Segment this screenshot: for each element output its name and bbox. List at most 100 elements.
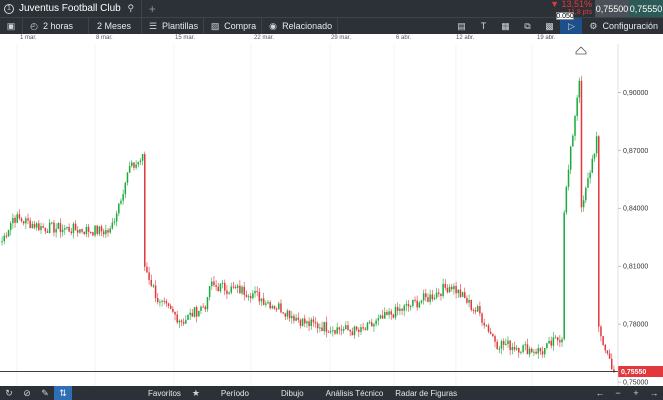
candle-body: [18, 214, 21, 219]
candle-body: [202, 306, 204, 308]
candle-body: [489, 331, 492, 334]
interval-button[interactable]: ◴ 2 horas: [23, 18, 78, 34]
candle-body: [68, 226, 70, 232]
candle-body: [20, 218, 23, 222]
candle-body: [265, 303, 267, 305]
candle-body: [72, 223, 75, 233]
candle-body: [431, 294, 434, 300]
candle-body: [94, 225, 96, 236]
copy-button[interactable]: ⧉: [516, 18, 538, 34]
candle-body: [492, 333, 494, 337]
chart-type-button[interactable]: ▤: [450, 18, 472, 34]
pen-icon[interactable]: ✎: [36, 386, 54, 400]
candle-body: [224, 282, 226, 291]
star-icon[interactable]: ★: [187, 386, 205, 400]
buy-button[interactable]: ▨ Compra: [204, 18, 261, 34]
candle-body: [200, 306, 202, 311]
candle-body: [364, 328, 367, 330]
range-button[interactable]: 2 Meses: [89, 18, 136, 34]
scroll-right-icon[interactable]: →: [645, 386, 663, 400]
candle-body: [211, 281, 213, 287]
candle-body: [172, 308, 174, 312]
add-tab-icon[interactable]: +: [149, 2, 156, 16]
technical-analysis-menu[interactable]: Análisis Técnico: [320, 389, 390, 398]
favorites-menu[interactable]: Favoritos: [142, 389, 187, 398]
candle-body: [310, 319, 312, 327]
candle-body: [9, 223, 12, 231]
candle-body: [463, 292, 466, 299]
candle-body: [241, 286, 243, 294]
candle-body: [543, 348, 546, 355]
buy-price-button[interactable]: 0,75550: [629, 0, 663, 17]
candle-body: [154, 285, 157, 299]
candle-body: [81, 229, 83, 232]
chart-canvas[interactable]: 0,75550 0,90000 0,87000 0,84000 0,81000 0,78…: [0, 44, 663, 387]
tag-button[interactable]: ▷: [560, 18, 583, 34]
search-icon[interactable]: ⚲: [125, 3, 137, 15]
candle-body: [321, 327, 323, 332]
candle-body: [342, 329, 345, 331]
instrument-tab[interactable]: 1 Juventus Football Club ⚲ +: [0, 0, 166, 17]
candle-body: [373, 324, 375, 327]
candle-body: [319, 327, 321, 329]
candle-body: [221, 282, 224, 284]
candle-body: [249, 296, 252, 299]
panel-toggle-button[interactable]: ▣: [0, 18, 22, 34]
candle-body: [191, 312, 194, 317]
zoom-in-icon[interactable]: +: [627, 386, 645, 400]
layout-button[interactable]: ▦: [494, 18, 516, 34]
candle-body: [451, 286, 453, 290]
candle-body: [102, 231, 105, 235]
candle-body: [383, 312, 386, 319]
candle-body: [518, 348, 520, 353]
text-icon: T: [480, 21, 487, 31]
price-chart[interactable]: 0,75550 0,90000 0,87000 0,84000 0,81000 0,78…: [0, 44, 663, 387]
pattern-radar-menu[interactable]: Radar de Figuras: [389, 389, 463, 398]
candle-body: [472, 309, 475, 311]
drawing-menu[interactable]: Dibujo: [275, 389, 310, 398]
refresh-icon[interactable]: ↻: [0, 386, 18, 400]
candle-body: [278, 303, 280, 310]
sell-price-button[interactable]: 0,75500: [595, 0, 629, 17]
candle-body: [230, 286, 233, 293]
candle-body: [435, 292, 438, 298]
text-tool-button[interactable]: T: [472, 18, 494, 34]
candle-body: [299, 319, 302, 326]
templates-button[interactable]: ☰ Plantillas: [142, 18, 203, 34]
candle-body: [593, 153, 596, 159]
candle-body: [59, 223, 62, 233]
zoom-out-icon[interactable]: −: [609, 386, 627, 400]
date-label: 22 mar.: [254, 35, 275, 41]
candle-body: [232, 286, 235, 288]
candle-body: [262, 298, 265, 305]
candle-body: [433, 297, 436, 300]
candle-body: [422, 293, 425, 301]
candle-body: [269, 302, 271, 309]
candle-body: [502, 341, 505, 345]
candle-body: [169, 305, 172, 309]
candle-body: [33, 223, 36, 228]
candle-body: [329, 331, 332, 333]
candle-body: [535, 351, 537, 354]
candle-body: [152, 285, 155, 287]
period-menu[interactable]: Período: [215, 389, 255, 398]
scroll-left-icon[interactable]: ←: [591, 386, 609, 400]
block-icon[interactable]: ⊘: [18, 386, 36, 400]
related-label: Relacionado: [282, 21, 333, 31]
candle-body: [332, 330, 334, 332]
candle-body: [301, 318, 304, 326]
grid-button[interactable]: ▩: [538, 18, 560, 34]
related-button[interactable]: ◉ Relacionado: [262, 18, 337, 34]
candle-body: [5, 235, 8, 237]
candle-body: [135, 164, 137, 168]
candle-body: [371, 322, 373, 327]
candle-body: [388, 311, 390, 315]
candle-body: [247, 296, 250, 298]
candle-body: [427, 297, 429, 302]
candle-body: [556, 337, 559, 341]
candle-body: [16, 214, 18, 223]
settings-button[interactable]: ⚙ Configuración: [582, 18, 663, 34]
candle-body: [178, 320, 181, 323]
link-icon[interactable]: ⇅: [54, 386, 72, 400]
candle-body: [578, 80, 581, 98]
